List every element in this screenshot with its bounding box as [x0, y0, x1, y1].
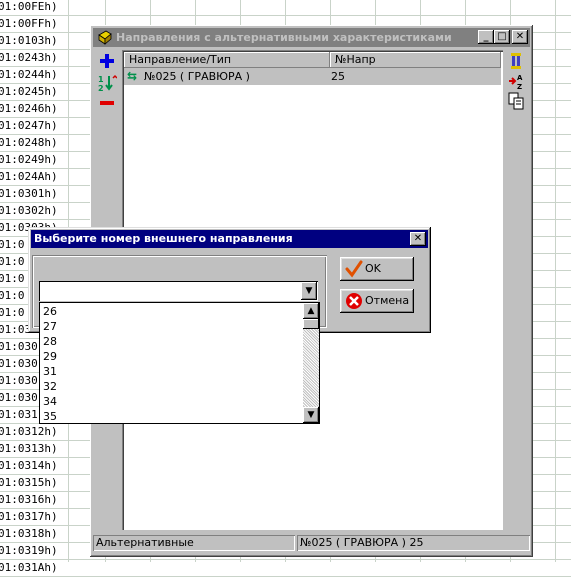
status-mode: Альтернативные: [93, 535, 295, 551]
spreadsheet-cell[interactable]: 01:0244h): [0, 68, 58, 81]
status-selection: №025 ( ГРАВЮРА ) 25: [297, 535, 530, 551]
spreadsheet-cell[interactable]: 01:0313h): [0, 442, 58, 455]
cancel-label: Отмена: [365, 294, 410, 307]
spreadsheet-row: 01:00FEh): [0, 0, 571, 16]
dropdown-option[interactable]: 34: [43, 395, 57, 410]
combobox-dropdown-button[interactable]: ▼: [301, 282, 317, 300]
add-icon[interactable]: [97, 52, 117, 70]
direction-number-combobox[interactable]: ▼: [39, 281, 318, 301]
spreadsheet-cell[interactable]: 01:0317h): [0, 510, 58, 523]
row-direction-number: 25: [331, 70, 345, 83]
dropdown-scrollbar[interactable]: ▲ ▼: [303, 303, 319, 423]
spreadsheet-cell[interactable]: 01:0319h): [0, 544, 58, 557]
sort-icon[interactable]: A Z: [508, 72, 526, 90]
dropdown-option[interactable]: 26: [43, 305, 57, 320]
checkmark-icon: [345, 260, 363, 278]
spreadsheet-cell[interactable]: 01:024Ah): [0, 170, 58, 183]
spreadsheet-cell[interactable]: 01:0314h): [0, 459, 58, 472]
spreadsheet-cell[interactable]: 01:0312h): [0, 425, 58, 438]
filter-icon[interactable]: [508, 52, 526, 70]
spreadsheet-cell[interactable]: 01:0: [0, 306, 25, 319]
spreadsheet-cell[interactable]: 01:0: [0, 255, 25, 268]
window-title: Направления с альтернативными характерис…: [116, 31, 452, 44]
remove-icon[interactable]: [97, 94, 117, 112]
swap-arrows-icon: ⇆: [127, 69, 138, 83]
dropdown-option[interactable]: 35: [43, 410, 57, 425]
spreadsheet-cell[interactable]: 01:0248h): [0, 136, 58, 149]
scroll-thumb[interactable]: [303, 319, 319, 329]
status-bar: Альтернативные №025 ( ГРАВЮРА ) 25: [93, 533, 530, 553]
spreadsheet-cell[interactable]: 01:0243h): [0, 51, 58, 64]
direction-number-dropdown[interactable]: 26 27 28 29 31 32 34 35 ▲ ▼: [39, 302, 320, 424]
spreadsheet-cell[interactable]: 01:0: [0, 289, 25, 302]
spreadsheet-row: 01:031Ah): [0, 560, 571, 577]
dropdown-option[interactable]: 32: [43, 380, 57, 395]
copy-icon[interactable]: [508, 92, 526, 110]
list-row[interactable]: ⇆ №025 ( ГРАВЮРА ) 25: [124, 68, 501, 85]
spreadsheet-cell[interactable]: 01:030: [0, 340, 38, 353]
scroll-up-button[interactable]: ▲: [303, 303, 319, 319]
dropdown-option[interactable]: 28: [43, 335, 57, 350]
close-button[interactable]: ✕: [512, 30, 528, 44]
svg-text:1: 1: [98, 75, 104, 84]
spreadsheet-cell[interactable]: 01:0: [0, 272, 25, 285]
spreadsheet-cell[interactable]: 01:031: [0, 408, 38, 421]
swap-icon[interactable]: 1 2: [97, 74, 117, 92]
spreadsheet-cell[interactable]: 01:00FEh): [0, 0, 58, 13]
row-direction-name: №025 ( ГРАВЮРА ): [144, 70, 250, 83]
spreadsheet-cell[interactable]: 01:0247h): [0, 119, 58, 132]
spreadsheet-cell[interactable]: 01:0: [0, 238, 25, 251]
spreadsheet-cell[interactable]: 01:031Ah): [0, 561, 58, 574]
spreadsheet-cell[interactable]: 01:0246h): [0, 102, 58, 115]
spreadsheet-cell[interactable]: 01:030: [0, 357, 38, 370]
dropdown-option[interactable]: 27: [43, 320, 57, 335]
spreadsheet-cell[interactable]: 01:00FFh): [0, 17, 58, 30]
spreadsheet-cell[interactable]: 01:0302h): [0, 204, 58, 217]
spreadsheet-cell[interactable]: 01:0301h): [0, 187, 58, 200]
svg-text:2: 2: [98, 84, 104, 92]
spreadsheet-cell[interactable]: 01:030: [0, 374, 38, 387]
dialog-title: Выберите номер внешнего направления: [34, 232, 293, 245]
column-header-number[interactable]: №Напр: [330, 52, 501, 68]
dropdown-option[interactable]: 29: [43, 350, 57, 365]
spreadsheet-cell[interactable]: 01:0245h): [0, 85, 58, 98]
scroll-down-button[interactable]: ▼: [303, 407, 319, 423]
maximize-button[interactable]: □: [494, 30, 510, 44]
svg-text:A: A: [517, 74, 523, 82]
window-titlebar[interactable]: Направления с альтернативными характерис…: [93, 28, 530, 47]
svg-text:Z: Z: [517, 83, 522, 90]
right-toolbar: A Z: [505, 50, 529, 530]
spreadsheet-cell[interactable]: 01:0315h): [0, 476, 58, 489]
ok-label: OK: [365, 262, 381, 275]
spreadsheet-cell[interactable]: 01:0103h): [0, 34, 58, 47]
window-app-icon: [98, 30, 112, 45]
spreadsheet-cell[interactable]: 01:0249h): [0, 153, 58, 166]
ok-button[interactable]: OK: [340, 257, 414, 281]
spreadsheet-cell[interactable]: 01:030: [0, 391, 38, 404]
spreadsheet-cell[interactable]: 01:0318h): [0, 527, 58, 540]
dialog-titlebar[interactable]: Выберите номер внешнего направления ✕: [31, 230, 428, 248]
minimize-button[interactable]: _: [478, 30, 494, 44]
cancel-button[interactable]: Отмена: [340, 289, 414, 313]
cancel-icon: [346, 293, 362, 309]
column-header-direction[interactable]: Направление/Тип: [124, 52, 330, 68]
spreadsheet-cell[interactable]: 01:0316h): [0, 493, 58, 506]
dropdown-option[interactable]: 31: [43, 365, 57, 380]
dialog-close-button[interactable]: ✕: [410, 232, 426, 246]
